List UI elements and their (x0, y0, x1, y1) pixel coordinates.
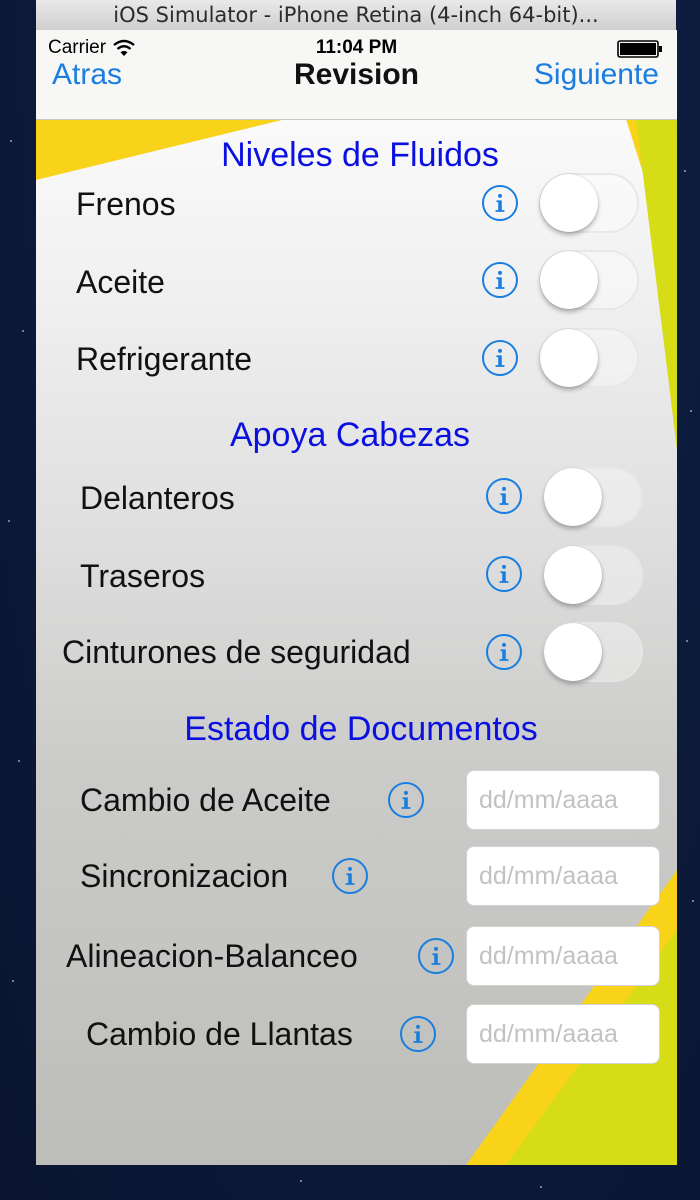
date-field-cambio-aceite[interactable] (466, 770, 660, 830)
info-button-frenos[interactable] (482, 185, 518, 221)
info-button-sincronizacion[interactable] (332, 858, 368, 894)
toggle-knob (544, 546, 602, 604)
next-button[interactable]: Siguiente (534, 58, 659, 92)
label-cambio-aceite: Cambio de Aceite (80, 782, 331, 818)
toggle-cinturones[interactable] (543, 622, 643, 682)
date-field-cambio-llantas[interactable] (466, 1004, 660, 1064)
info-button-refrigerante[interactable] (482, 340, 518, 376)
toggle-knob (544, 468, 602, 526)
section-title-documents: Estado de Documentos (184, 710, 538, 748)
label-aceite: Aceite (76, 264, 165, 300)
battery-icon (617, 40, 662, 58)
label-frenos: Frenos (76, 186, 176, 222)
label-refrigerante: Refrigerante (76, 341, 253, 377)
date-field-alineacion-balanceo[interactable] (466, 926, 660, 986)
info-icon (499, 642, 509, 661)
navigation-bar: Carrier 11:04 PM Atras Revision Siguient… (36, 30, 677, 120)
phone-screen: Carrier 11:04 PM Atras Revision Siguient… (36, 30, 677, 1165)
toggle-refrigerante[interactable] (539, 328, 639, 388)
info-icon (431, 946, 441, 965)
info-button-aceite[interactable] (482, 262, 518, 298)
toggle-knob (544, 623, 602, 681)
date-field-sincronizacion[interactable] (466, 846, 660, 906)
toggle-knob (540, 329, 598, 387)
label-cambio-llantas: Cambio de Llantas (86, 1016, 353, 1052)
info-button-cambio-aceite[interactable] (388, 782, 424, 818)
toggle-frenos[interactable] (539, 173, 639, 233)
label-traseros: Traseros (80, 558, 206, 594)
info-icon (401, 790, 411, 809)
info-icon (495, 270, 505, 289)
simulator-window-title: iOS Simulator - iPhone Retina (4-inch 64… (36, 0, 676, 31)
toggle-traseros[interactable] (543, 545, 643, 605)
info-icon (345, 866, 355, 885)
info-icon (413, 1024, 423, 1043)
label-alineacion-balanceo: Alineacion-Balanceo (66, 938, 358, 974)
section-title-fluids: Niveles de Fluidos (221, 136, 499, 174)
info-button-traseros[interactable] (486, 556, 522, 592)
info-button-delanteros[interactable] (486, 478, 522, 514)
info-icon (495, 348, 505, 367)
label-sincronizacion: Sincronizacion (80, 858, 289, 894)
info-icon (499, 564, 509, 583)
info-button-cambio-llantas[interactable] (400, 1016, 436, 1052)
info-icon (499, 486, 509, 505)
toggle-aceite[interactable] (539, 250, 639, 310)
info-icon (495, 193, 505, 212)
info-button-cinturones[interactable] (486, 634, 522, 670)
toggle-knob (540, 174, 598, 232)
toggle-delanteros[interactable] (543, 467, 643, 527)
status-time: 11:04 PM (315, 37, 398, 58)
label-cinturones: Cinturones de seguridad (62, 634, 411, 670)
section-title-headrests: Apoya Cabezas (229, 416, 471, 454)
toggle-knob (540, 251, 598, 309)
info-button-alineacion-balanceo[interactable] (418, 938, 454, 974)
label-delanteros: Delanteros (80, 480, 235, 516)
